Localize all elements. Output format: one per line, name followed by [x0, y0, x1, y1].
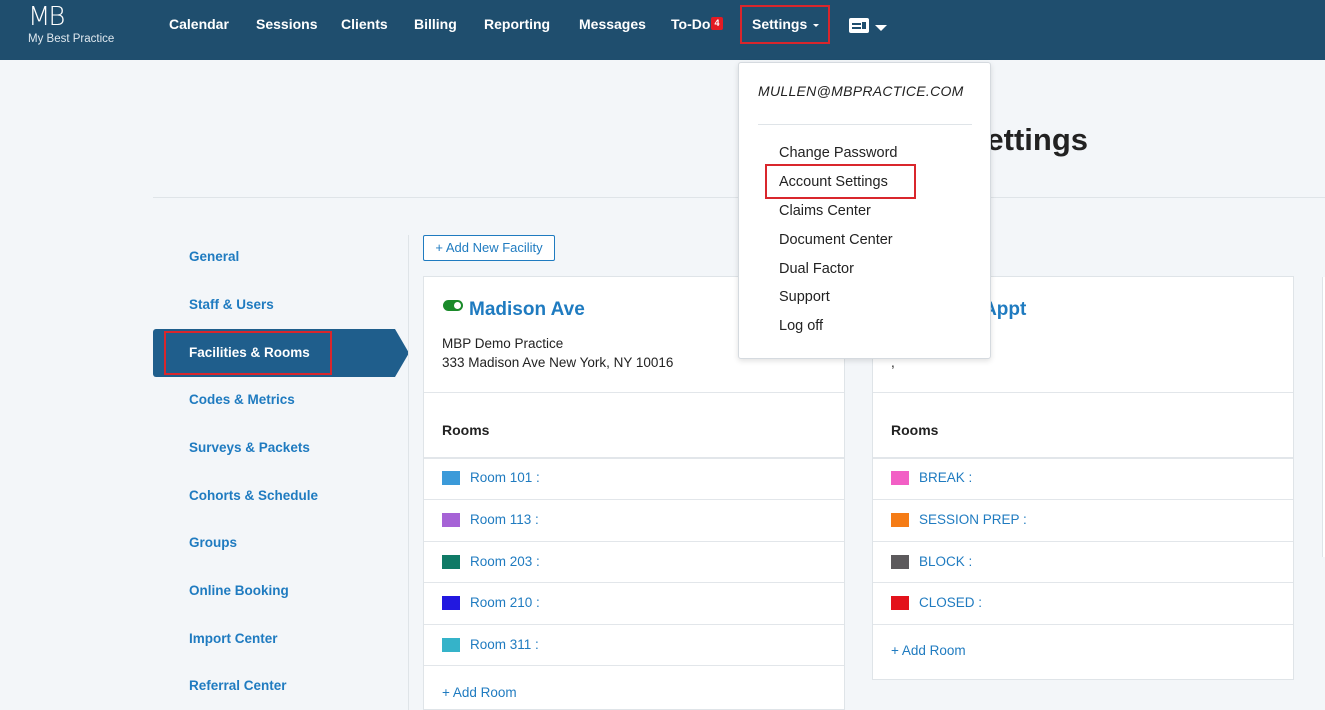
divider: [873, 541, 1293, 542]
room-link[interactable]: SESSION PREP :: [919, 512, 1027, 527]
logo-text: My Best Practice: [28, 33, 115, 45]
room-link[interactable]: Room 113 :: [470, 512, 539, 527]
divider: [873, 624, 1293, 625]
sidebar-item-referral-center[interactable]: Referral Center: [189, 678, 287, 693]
sidebar-item-staff-users[interactable]: Staff & Users: [189, 297, 274, 312]
divider: [424, 499, 844, 500]
divider: [873, 457, 1293, 459]
sidebar-item-import-center[interactable]: Import Center: [189, 631, 278, 646]
top-navbar: MB My Best Practice Calendar Sessions Cl…: [0, 0, 1325, 60]
room-color-swatch: [891, 555, 909, 569]
menu-item-dual-factor[interactable]: Dual Factor: [779, 261, 854, 277]
menu-item-support[interactable]: Support: [779, 289, 830, 305]
sidebar-item-general[interactable]: General: [189, 249, 239, 264]
menu-item-log-off[interactable]: Log off: [779, 318, 823, 334]
room-link[interactable]: Room 101 :: [470, 470, 540, 485]
divider: [424, 624, 844, 625]
menu-item-document-center[interactable]: Document Center: [779, 232, 893, 248]
room-link[interactable]: CLOSED :: [919, 595, 982, 610]
room-link[interactable]: Room 203 :: [470, 554, 540, 569]
facility-active-toggle[interactable]: [443, 300, 463, 311]
room-color-swatch: [891, 596, 909, 610]
facility-address: 333 Madison Ave New York, NY 10016: [442, 355, 674, 370]
rooms-heading: Rooms: [891, 422, 939, 438]
divider: [873, 392, 1293, 393]
nav-clients[interactable]: Clients: [341, 16, 388, 32]
divider: [873, 582, 1293, 583]
room-color-swatch: [442, 471, 460, 485]
sidebar-item-cohorts-schedule[interactable]: Cohorts & Schedule: [189, 488, 318, 503]
sidebar-item-groups[interactable]: Groups: [189, 535, 237, 550]
divider: [424, 582, 844, 583]
divider: [758, 124, 972, 125]
account-settings-highlight-box: [765, 164, 916, 199]
logo-mark: MB: [28, 2, 65, 32]
sidebar-item-surveys-packets[interactable]: Surveys & Packets: [189, 440, 310, 455]
room-color-swatch: [891, 471, 909, 485]
facility-name[interactable]: Madison Ave: [469, 299, 585, 321]
room-color-swatch: [442, 555, 460, 569]
nav-reporting[interactable]: Reporting: [484, 16, 550, 32]
divider: [424, 457, 844, 459]
rooms-heading: Rooms: [442, 422, 490, 438]
logo[interactable]: MB My Best Practice: [28, 2, 128, 52]
sidebar-item-codes-metrics[interactable]: Codes & Metrics: [189, 392, 295, 407]
add-room-link[interactable]: + Add Room: [442, 685, 517, 700]
room-link[interactable]: BREAK :: [919, 470, 972, 485]
settings-highlight-box: [740, 5, 830, 44]
nav-sessions[interactable]: Sessions: [256, 16, 317, 32]
account-email: MULLEN@MBPRACTICE.COM: [758, 83, 964, 99]
active-item-highlight-box: [164, 331, 332, 375]
divider: [424, 665, 844, 666]
room-link[interactable]: Room 210 :: [470, 595, 540, 610]
divider: [424, 392, 844, 393]
caret-down-icon[interactable]: [875, 25, 887, 31]
sidebar-divider: [408, 235, 409, 710]
settings-dropdown-menu: MULLEN@MBPRACTICE.COM Change Password Ac…: [738, 62, 991, 359]
divider: [873, 499, 1293, 500]
nav-billing[interactable]: Billing: [414, 16, 457, 32]
sidebar-item-online-booking[interactable]: Online Booking: [189, 583, 289, 598]
menu-item-claims-center[interactable]: Claims Center: [779, 203, 871, 219]
nav-messages[interactable]: Messages: [579, 16, 646, 32]
room-color-swatch: [442, 513, 460, 527]
room-color-swatch: [442, 596, 460, 610]
room-color-swatch: [891, 513, 909, 527]
todo-count-badge: 4: [711, 17, 723, 30]
id-card-icon[interactable]: [849, 18, 869, 33]
room-link[interactable]: BLOCK :: [919, 554, 972, 569]
add-room-link[interactable]: + Add Room: [891, 643, 966, 658]
menu-item-change-password[interactable]: Change Password: [779, 145, 898, 161]
room-link[interactable]: Room 311 :: [470, 637, 539, 652]
nav-todo[interactable]: To-Do: [671, 16, 710, 32]
divider: [424, 541, 844, 542]
nav-calendar[interactable]: Calendar: [169, 16, 229, 32]
room-color-swatch: [442, 638, 460, 652]
facility-practice: MBP Demo Practice: [442, 336, 564, 351]
add-new-facility-button[interactable]: + Add New Facility: [423, 235, 555, 261]
